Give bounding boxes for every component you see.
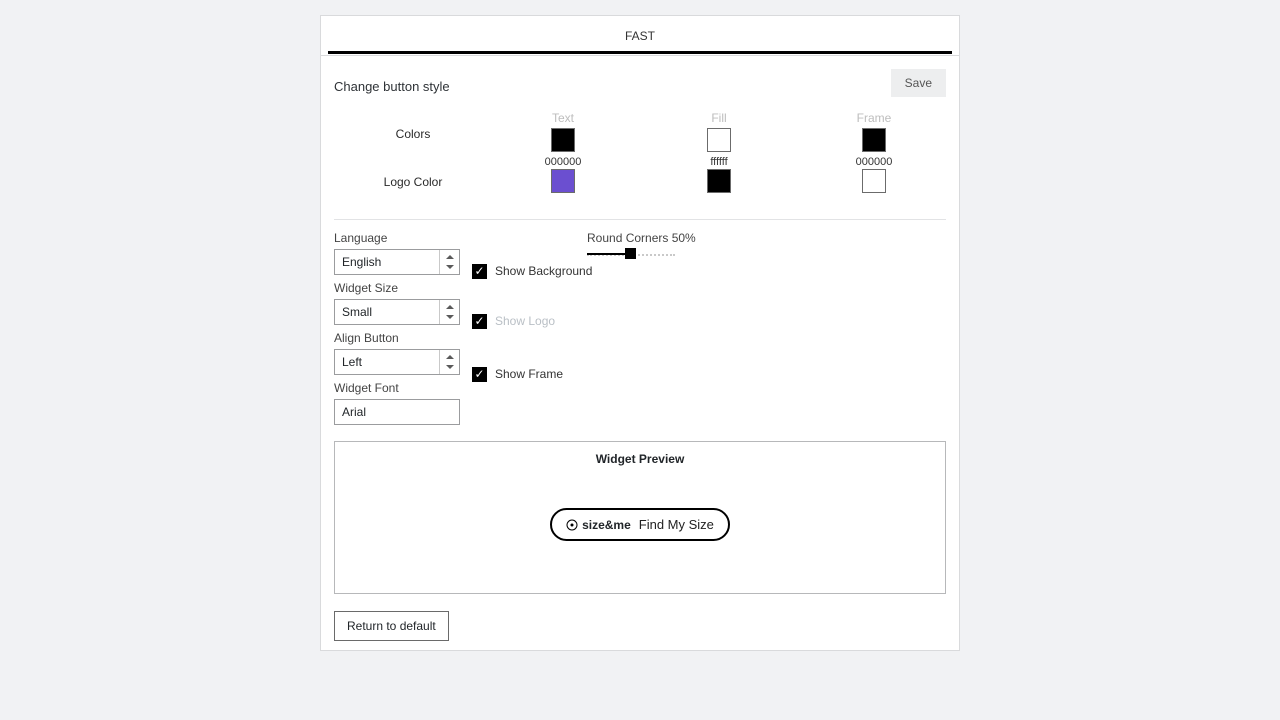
color-frame-head: Frame	[834, 111, 914, 125]
widget-font-value: Arial	[342, 405, 366, 419]
widget-brand: size&me	[582, 518, 631, 532]
select-stepper-icon	[439, 250, 459, 274]
tabbar: FAST	[321, 16, 959, 56]
form-left: Language English Widget Size Small Align…	[334, 231, 464, 431]
align-button-field: Align Button Left	[334, 331, 464, 375]
logo-opt-3	[834, 169, 914, 193]
show-logo-checkbox[interactable]: ✓	[472, 314, 487, 329]
save-button[interactable]: Save	[891, 69, 946, 97]
select-stepper-icon	[439, 350, 459, 374]
color-text-col: Text 000000	[523, 111, 603, 168]
color-text-head: Text	[523, 111, 603, 125]
slider-thumb[interactable]	[625, 248, 636, 259]
preview-widget-button[interactable]: size&me Find My Size	[550, 508, 730, 541]
widget-size-field: Widget Size Small	[334, 281, 464, 325]
color-frame-col: Frame 000000	[834, 111, 914, 168]
show-logo-row: ✓ Show Logo	[472, 286, 632, 339]
widget-cta: Find My Size	[639, 517, 714, 532]
section-title: Change button style	[334, 79, 450, 94]
tab-fast[interactable]: FAST	[625, 29, 655, 43]
logo-color-label: Logo Color	[354, 175, 472, 189]
widget-logo: size&me	[566, 518, 631, 532]
divider	[334, 219, 946, 220]
colors-row: Colors Text 000000 Fill ffffff Frame 000…	[334, 111, 946, 165]
widget-font-input[interactable]: Arial	[334, 399, 460, 425]
widget-font-label: Widget Font	[334, 381, 464, 395]
return-to-default-button[interactable]: Return to default	[334, 611, 449, 641]
widget-font-field: Widget Font Arial	[334, 381, 464, 425]
logo-color-row: Logo Color	[334, 165, 946, 209]
show-frame-checkbox[interactable]: ✓	[472, 367, 487, 382]
widget-preview-title: Widget Preview	[335, 452, 945, 466]
widget-preview-area: Widget Preview size&me Find My Size	[334, 441, 946, 594]
tab-underline	[328, 51, 952, 54]
align-button-label: Align Button	[334, 331, 464, 345]
colors-grid: Colors Text 000000 Fill ffffff Frame 000…	[334, 111, 946, 209]
sizeme-icon	[566, 519, 578, 531]
round-corners-slider[interactable]	[587, 253, 675, 255]
language-field: Language English	[334, 231, 464, 275]
align-button-select[interactable]: Left	[334, 349, 460, 375]
logo-opt-1-swatch[interactable]	[551, 169, 575, 193]
color-text-swatch[interactable]	[551, 128, 575, 152]
color-fill-swatch[interactable]	[707, 128, 731, 152]
select-stepper-icon	[439, 300, 459, 324]
show-background-label: Show Background	[495, 264, 592, 278]
logo-opt-1	[523, 169, 603, 193]
widget-size-label: Widget Size	[334, 281, 464, 295]
color-frame-swatch[interactable]	[862, 128, 886, 152]
settings-panel: FAST Change button style Save Colors Tex…	[320, 15, 960, 651]
show-frame-row: ✓ Show Frame	[472, 339, 632, 392]
show-background-checkbox[interactable]: ✓	[472, 264, 487, 279]
language-value: English	[342, 255, 381, 269]
language-select[interactable]: English	[334, 249, 460, 275]
show-logo-label: Show Logo	[495, 314, 555, 328]
logo-opt-3-swatch[interactable]	[862, 169, 886, 193]
color-fill-col: Fill ffffff	[679, 111, 759, 168]
color-fill-head: Fill	[679, 111, 759, 125]
content: Change button style Save Colors Text 000…	[334, 69, 946, 636]
align-button-value: Left	[342, 355, 362, 369]
show-frame-label: Show Frame	[495, 367, 563, 381]
logo-opt-2-swatch[interactable]	[707, 169, 731, 193]
round-corners-area: Round Corners 50%	[587, 231, 757, 255]
logo-opt-2	[679, 169, 759, 193]
colors-label: Colors	[354, 127, 472, 141]
widget-size-value: Small	[342, 305, 372, 319]
round-corners-label: Round Corners 50%	[587, 231, 757, 245]
language-label: Language	[334, 231, 464, 245]
widget-size-select[interactable]: Small	[334, 299, 460, 325]
